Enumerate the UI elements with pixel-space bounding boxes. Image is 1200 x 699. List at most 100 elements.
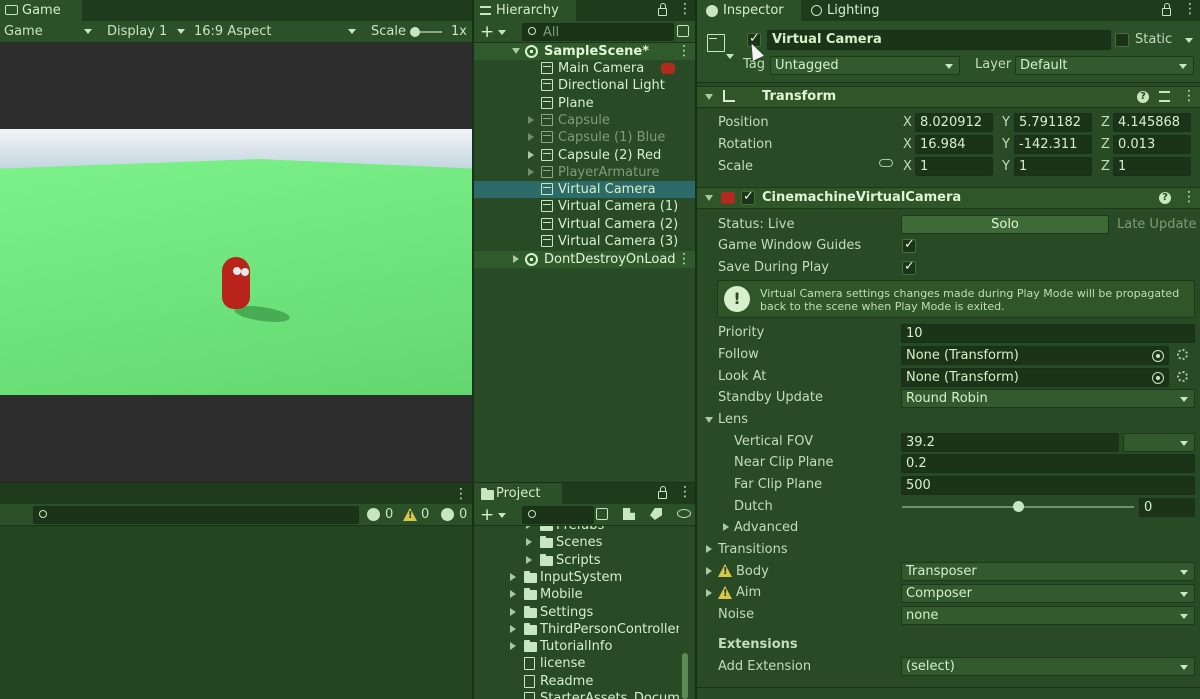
axis-label-z[interactable]: Z — [1101, 115, 1110, 130]
far-clip-input[interactable]: 500 — [901, 476, 1195, 495]
scene-menu-icon[interactable] — [677, 43, 691, 60]
axis-label-y[interactable]: Y — [1002, 115, 1010, 130]
hierarchy-item[interactable]: Directional Light — [474, 77, 695, 94]
hierarchy-item[interactable]: PlayerArmature — [474, 164, 695, 181]
gear-icon[interactable] — [1177, 349, 1188, 360]
game-mode-dropdown[interactable]: Game — [4, 24, 94, 40]
add-icon[interactable]: + — [480, 505, 494, 525]
tab-lighting[interactable]: Lighting — [801, 0, 895, 21]
hierarchy-item[interactable]: Capsule (2) Red — [474, 147, 695, 164]
gear-icon[interactable] — [1177, 371, 1188, 382]
axis-label-z[interactable]: Z — [1101, 159, 1110, 174]
dutch-slider-thumb[interactable] — [1013, 501, 1024, 512]
lookat-field[interactable]: None (Transform) — [901, 368, 1169, 387]
foldout-icon[interactable] — [510, 624, 516, 633]
rot-x-input[interactable]: 16.984 — [915, 135, 993, 154]
advanced-foldout-icon[interactable] — [723, 523, 729, 531]
scale-slider-thumb[interactable] — [410, 27, 420, 37]
add-icon[interactable]: + — [480, 22, 494, 42]
axis-label-x[interactable]: X — [903, 137, 912, 152]
hierarchy-menu-icon[interactable] — [678, 1, 692, 17]
dontdestroy-row[interactable]: DontDestroyOnLoad — [474, 251, 695, 268]
warning-count-icon[interactable] — [403, 508, 417, 521]
hierarchy-item[interactable]: Capsule — [474, 112, 695, 129]
chevron-down-icon[interactable] — [1185, 38, 1193, 43]
project-item[interactable]: ThirdPersonController — [474, 621, 679, 638]
foldout-icon[interactable] — [528, 150, 534, 159]
scene-row[interactable]: SampleScene* — [474, 43, 695, 60]
follow-field[interactable]: None (Transform) — [901, 346, 1169, 365]
transform-menu-icon[interactable] — [1182, 88, 1196, 104]
preset-icon[interactable] — [1159, 91, 1170, 102]
chevron-down-icon[interactable] — [498, 30, 506, 35]
dutch-slider[interactable] — [902, 501, 1134, 512]
scl-y-input[interactable]: 1 — [1014, 157, 1092, 176]
hidden-toggle-icon[interactable] — [677, 509, 691, 518]
hierarchy-item[interactable]: Plane — [474, 95, 695, 112]
project-item[interactable]: Settings — [474, 604, 679, 621]
link-icon[interactable] — [879, 159, 893, 167]
cinemachine-menu-icon[interactable] — [1182, 189, 1196, 205]
info-count-icon[interactable] — [367, 508, 380, 521]
project-item[interactable]: InputSystem — [474, 569, 679, 586]
help-icon[interactable]: ? — [1137, 91, 1149, 103]
object-name-input[interactable]: Virtual Camera — [767, 30, 1111, 50]
body-label[interactable]: Body — [736, 564, 769, 579]
project-item[interactable]: StarterAssets_Documen — [474, 690, 679, 699]
foldout-icon[interactable] — [526, 526, 532, 529]
project-scrollbar[interactable] — [682, 653, 688, 699]
object-picker-icon[interactable] — [1152, 372, 1164, 384]
hierarchy-item[interactable]: Virtual Camera (3) — [474, 233, 695, 250]
hierarchy-search-input[interactable]: All — [522, 23, 674, 41]
fov-preset-dropdown[interactable] — [1123, 433, 1195, 452]
solo-button[interactable]: Solo — [901, 215, 1109, 234]
inspector-menu-icon[interactable] — [1183, 1, 1197, 17]
aim-foldout-icon[interactable] — [706, 589, 712, 597]
foldout-icon[interactable] — [510, 572, 516, 581]
help-icon[interactable]: ? — [1159, 192, 1171, 204]
transitions-foldout-icon[interactable] — [706, 545, 712, 553]
priority-input[interactable]: 10 — [901, 324, 1195, 343]
lock-icon[interactable] — [1162, 3, 1171, 16]
hierarchy-item[interactable]: Virtual Camera — [474, 181, 695, 199]
layer-dropdown[interactable]: Default — [1015, 56, 1194, 75]
chevron-down-icon[interactable] — [726, 54, 734, 59]
hierarchy-item[interactable]: Main Camera — [474, 60, 695, 77]
console-menu-icon[interactable] — [454, 486, 468, 502]
lens-foldout-icon[interactable] — [705, 417, 713, 423]
search-filter-icon[interactable] — [677, 25, 689, 37]
cinemachine-header[interactable]: CinemachineVirtualCamera ? — [697, 187, 1200, 209]
project-item[interactable]: TutorialInfo — [474, 638, 679, 655]
aim-label[interactable]: Aim — [736, 585, 761, 600]
standby-dropdown[interactable]: Round Robin — [901, 389, 1195, 408]
foldout-icon[interactable] — [705, 195, 713, 201]
chevron-down-icon[interactable] — [498, 513, 506, 518]
cinemachine-enabled-checkbox[interactable] — [741, 189, 755, 205]
tab-inspector[interactable]: Inspector — [697, 0, 801, 21]
lens-label[interactable]: Lens — [718, 412, 748, 427]
noise-dropdown[interactable]: none — [901, 606, 1195, 625]
foldout-icon[interactable] — [510, 642, 516, 651]
scl-z-input[interactable]: 1 — [1113, 157, 1191, 176]
body-foldout-icon[interactable] — [706, 567, 712, 575]
static-checkbox[interactable] — [1115, 33, 1129, 47]
error-count-icon[interactable] — [441, 508, 454, 521]
foldout-icon[interactable] — [512, 48, 520, 54]
game-viewport[interactable] — [0, 43, 472, 482]
fov-input[interactable]: 39.2 — [901, 433, 1119, 452]
hierarchy-item[interactable]: Virtual Camera (2) — [474, 216, 695, 233]
project-item[interactable]: Mobile — [474, 586, 679, 603]
axis-label-z[interactable]: Z — [1101, 137, 1110, 152]
tab-hierarchy[interactable]: Hierarchy — [474, 0, 576, 21]
project-menu-icon[interactable] — [678, 484, 692, 500]
project-item[interactable]: Scenes — [474, 534, 679, 551]
axis-label-x[interactable]: X — [903, 159, 912, 174]
project-search-input[interactable] — [522, 506, 594, 524]
foldout-icon[interactable] — [528, 133, 534, 142]
console-search-input[interactable] — [33, 506, 359, 524]
foldout-icon[interactable] — [513, 255, 519, 263]
pos-z-input[interactable]: 4.145868 — [1113, 113, 1191, 132]
tab-project[interactable]: Project — [474, 483, 562, 504]
project-item[interactable]: license — [474, 655, 679, 672]
rot-y-input[interactable]: -142.311 — [1014, 135, 1092, 154]
